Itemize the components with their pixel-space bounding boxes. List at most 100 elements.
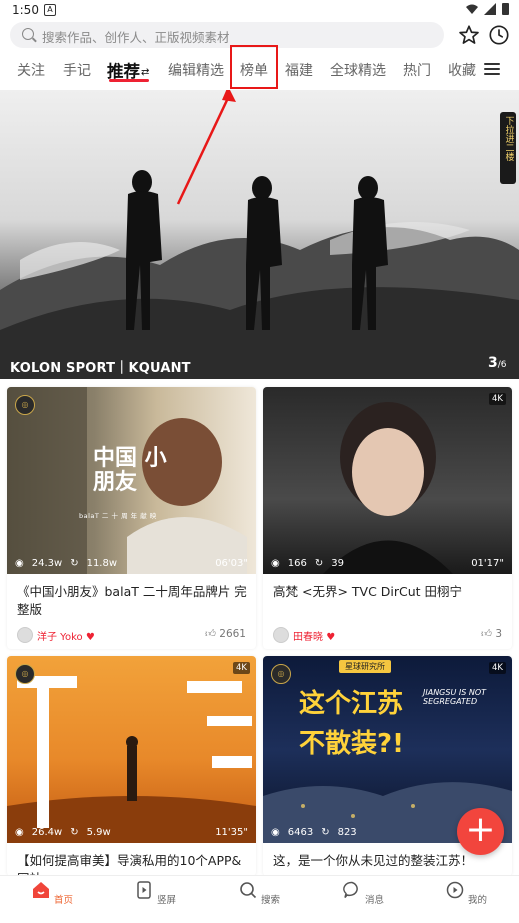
vertical-video-icon: [137, 881, 151, 899]
bottom-navigation: 首页 竖屏 搜索 消息 我的: [0, 875, 519, 923]
tab-global-picks[interactable]: 全球精选: [330, 60, 386, 80]
like-count[interactable]: 👍︎ 2661: [205, 627, 246, 640]
thumbnail-image: [7, 676, 256, 843]
highlight-box: [230, 45, 278, 89]
card-overlay-sub: balaT 二 十 周 年 献 映: [79, 512, 157, 520]
nav-home[interactable]: 首页: [22, 880, 82, 906]
active-tab-underline: [109, 79, 149, 82]
tab-notes[interactable]: 手记: [63, 60, 91, 80]
avatar: [273, 627, 289, 643]
status-time: 1:50: [12, 3, 39, 17]
play-icon: ↻: [314, 558, 324, 569]
vip-badge-icon: ♥: [85, 632, 95, 643]
status-bar: 1:50 A: [0, 0, 519, 20]
signal-icon: [484, 3, 496, 15]
video-card[interactable]: ◎ 4K ◉ 26.4w ↻ 5.9w 11'35" 【如何提高审美】导演私用的10个…: [7, 656, 256, 876]
search-placeholder: 搜索作品、创作人、正版视频素材: [42, 30, 230, 45]
notification-icon: A: [44, 4, 56, 16]
likes-value: 3: [495, 628, 502, 640]
like-count[interactable]: 👍︎ 3: [481, 627, 502, 640]
nav-search-label: 搜索: [261, 895, 281, 906]
channel-logo-icon: ◎: [15, 664, 35, 684]
view-count: 26.4w: [31, 827, 63, 838]
history-clock-icon[interactable]: [488, 24, 510, 46]
video-card[interactable]: 中国 小朋友 balaT 二 十 周 年 献 映 ◎ ◉ 24.3w ↻ 11.8w …: [7, 387, 256, 649]
4k-badge: 4K: [489, 662, 506, 674]
banner-caption: KOLON SPORT｜KQUANT: [10, 361, 191, 376]
search-icon: [22, 28, 34, 40]
nav-messages-label: 消息: [365, 895, 385, 906]
4k-badge: 4K: [233, 662, 250, 674]
thumbnail-image: [323, 402, 453, 574]
video-stats: ◉ 26.4w ↻ 5.9w: [15, 827, 119, 838]
nav-search[interactable]: 搜索: [229, 880, 289, 906]
view-count: 6463: [287, 827, 314, 838]
view-count: 166: [287, 558, 307, 569]
video-thumbnail: 4K ◉ 166 ↻ 39 01'17": [263, 387, 512, 574]
home-icon: [32, 882, 49, 898]
author[interactable]: 洋子 Yoko ♥: [17, 627, 95, 643]
banner-page-indicator: 3/6: [488, 355, 507, 371]
video-title[interactable]: 这，是一个你从未见过的整装江苏！: [273, 852, 505, 870]
banner-page-total: /6: [497, 360, 507, 370]
eye-icon: ◉: [271, 558, 280, 569]
card-overlay-en: JIANGSU IS NOT SEGREGATED: [423, 688, 486, 706]
card-overlay-title: 这个江苏 不散装?!: [299, 689, 404, 759]
tab-favorites[interactable]: 收藏: [448, 60, 476, 80]
pull-down-tag-label: 下拉进二楼: [503, 116, 514, 161]
hero-banner[interactable]: [0, 90, 519, 379]
video-duration: 06'03": [215, 558, 248, 569]
nav-profile-label: 我的: [468, 895, 488, 906]
video-thumbnail: 中国 小朋友 balaT 二 十 周 年 献 映 ◎ ◉ 24.3w ↻ 11.8w …: [7, 387, 256, 574]
avatar: [17, 627, 33, 643]
video-title[interactable]: 《中国小朋友》balaT 二十周年品牌片 完整版: [17, 583, 249, 619]
video-stats: ◉ 6463 ↻ 823: [271, 827, 365, 838]
menu-icon[interactable]: [484, 63, 500, 75]
likes-value: 2661: [219, 628, 246, 640]
search-icon: [240, 882, 257, 899]
video-stats: ◉ 24.3w ↻ 11.8w: [15, 558, 125, 569]
play-count: 5.9w: [86, 827, 111, 838]
pull-down-tag[interactable]: 下拉进二楼: [500, 112, 516, 184]
play-count: 39: [331, 558, 344, 569]
nav-home-label: 首页: [54, 895, 74, 906]
search-bar[interactable]: 搜索作品、创作人、正版视频素材: [10, 22, 444, 48]
author-name: 洋子 Yoko: [37, 632, 83, 643]
video-stats: ◉ 166 ↻ 39: [271, 558, 352, 569]
play-icon: ↻: [70, 558, 79, 569]
tab-hot[interactable]: 热门: [403, 60, 431, 80]
nav-messages[interactable]: 消息: [333, 880, 393, 906]
eye-icon: ◉: [15, 558, 24, 569]
switch-icon: ⇄: [141, 67, 150, 78]
play-icon: ↻: [70, 827, 79, 838]
video-duration: 11'35": [215, 827, 248, 838]
tab-fujian[interactable]: 福建: [285, 60, 313, 80]
channel-logo-icon: ◎: [15, 395, 35, 415]
nav-vertical[interactable]: 竖屏: [125, 880, 185, 906]
banner-page-current: 3: [488, 355, 498, 371]
nav-vertical-label: 竖屏: [157, 895, 177, 906]
view-count: 24.3w: [31, 558, 63, 569]
4k-badge: 4K: [489, 393, 506, 405]
message-icon: [343, 881, 358, 898]
thumb-up-icon: 👍︎: [204, 628, 216, 640]
play-count: 11.8w: [86, 558, 118, 569]
tab-editors-picks[interactable]: 编辑精选: [168, 60, 224, 80]
video-duration: 01'17": [471, 558, 504, 569]
battery-icon: [502, 3, 509, 15]
author-name: 田春晓: [293, 632, 323, 643]
tab-follow[interactable]: 关注: [17, 60, 45, 80]
video-card[interactable]: 4K ◉ 166 ↻ 39 01'17" 高梵 <无界> TVC DirCut 田栩宁…: [263, 387, 512, 649]
eye-icon: ◉: [15, 827, 24, 838]
author[interactable]: 田春晓 ♥: [273, 627, 335, 643]
thumb-up-icon: 👍︎: [480, 628, 492, 640]
create-button[interactable]: +: [457, 808, 504, 855]
video-title[interactable]: 【如何提高审美】导演私用的10个APP&网站: [17, 852, 249, 876]
vip-badge-icon: ♥: [326, 632, 336, 643]
nav-profile[interactable]: 我的: [436, 880, 496, 906]
card-overlay-tag: 星球研究所: [339, 660, 391, 673]
wifi-icon: [466, 4, 478, 14]
play-count: 823: [337, 827, 357, 838]
video-title[interactable]: 高梵 <无界> TVC DirCut 田栩宁: [273, 583, 505, 601]
favorite-star-icon[interactable]: [458, 24, 480, 46]
